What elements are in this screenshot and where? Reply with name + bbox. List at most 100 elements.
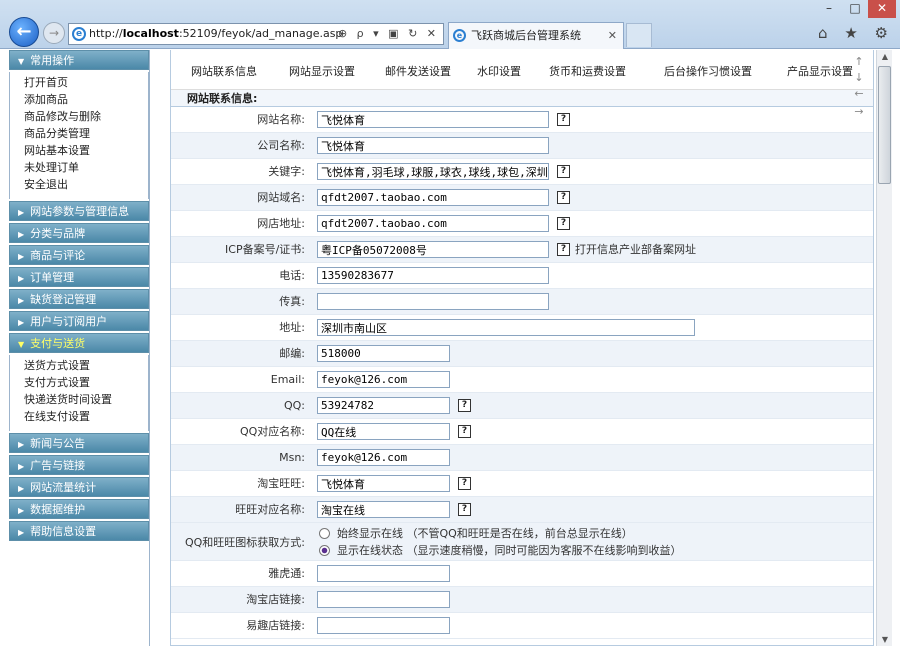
sidebar-section-11[interactable]: ▶ 数据据维护 bbox=[9, 499, 149, 519]
yahoo-input[interactable] bbox=[317, 565, 450, 582]
address-tools-icons[interactable]: ⊕ ρ ▾ ▣ ↻ ✕ bbox=[338, 24, 439, 44]
sidebar-link[interactable]: 安全退出 bbox=[24, 176, 148, 193]
triangle-right-icon: ▶ bbox=[18, 506, 25, 515]
forward-button[interactable]: → bbox=[43, 22, 65, 44]
sidebar-section-1[interactable]: ▶ 网站参数与管理信息 bbox=[9, 201, 149, 221]
close-window-button[interactable]: ✕ bbox=[868, 0, 896, 18]
paipai-link-input[interactable] bbox=[317, 617, 450, 634]
sidebar-link[interactable]: 未处理订单 bbox=[24, 159, 148, 176]
help-icon[interactable]: ? bbox=[458, 503, 471, 516]
shop-input[interactable] bbox=[317, 215, 549, 232]
sidebar-link[interactable]: 商品修改与删除 bbox=[24, 108, 148, 125]
tab-watermark[interactable]: 水印设置 bbox=[477, 63, 521, 79]
help-icon[interactable]: ? bbox=[458, 399, 471, 412]
icp-input[interactable] bbox=[317, 241, 549, 258]
settings-tabs: 网站联系信息 网站显示设置 邮件发送设置 水印设置 货币和运费设置 后台操作习惯… bbox=[171, 50, 873, 90]
zip-input[interactable] bbox=[317, 345, 450, 362]
zip-label: 邮编: bbox=[279, 347, 305, 360]
qq-input[interactable] bbox=[317, 397, 450, 414]
sidebar-link[interactable]: 打开首页 bbox=[24, 74, 148, 91]
sidebar-link[interactable]: 送货方式设置 bbox=[24, 357, 148, 374]
icp-lookup-link[interactable]: 打开信息产业部备案网址 bbox=[575, 237, 696, 263]
help-icon[interactable]: ? bbox=[557, 165, 570, 178]
help-icon[interactable]: ? bbox=[557, 217, 570, 230]
sidebar-link[interactable]: 在线支付设置 bbox=[24, 408, 148, 425]
company-input[interactable] bbox=[317, 137, 549, 154]
help-icon[interactable]: ? bbox=[557, 113, 570, 126]
triangle-right-icon: ▶ bbox=[18, 528, 25, 537]
radio-dot[interactable] bbox=[319, 528, 330, 539]
help-icon[interactable]: ? bbox=[557, 191, 570, 204]
radio-show-status[interactable]: 显示在线状态 （显示速度稍慢，同时可能因为客服不在线影响到收益） bbox=[319, 542, 682, 558]
sidebar-section-10[interactable]: ▶ 网站流量统计 bbox=[9, 477, 149, 497]
minimize-button[interactable]: – bbox=[816, 0, 842, 18]
row-fax: 传真: bbox=[171, 289, 873, 315]
sidebar-link[interactable]: 商品分类管理 bbox=[24, 125, 148, 142]
triangle-right-icon: ▶ bbox=[18, 296, 25, 305]
row-icon-mode: QQ和旺旺图标获取方式: 始终显示在线 （不管QQ和旺旺是否在线，前台总显示在线… bbox=[171, 523, 873, 561]
keywords-input[interactable] bbox=[317, 163, 549, 180]
home-favorites-tools-icons[interactable]: ⌂ ★ ⚙ bbox=[818, 24, 894, 42]
address-bar[interactable]: e http://localhost:52109/feyok/ad_manage… bbox=[68, 23, 444, 45]
tab-mail-settings[interactable]: 邮件发送设置 bbox=[385, 63, 451, 79]
triangle-right-icon: ▶ bbox=[18, 484, 25, 493]
scroll-left-icon[interactable]: ← bbox=[848, 88, 870, 100]
sidebar-section-2[interactable]: ▶ 分类与品牌 bbox=[9, 223, 149, 243]
browser-tab[interactable]: e 飞跃商城后台管理系统 ✕ bbox=[448, 22, 624, 49]
address-input[interactable] bbox=[317, 319, 695, 336]
help-icon[interactable]: ? bbox=[458, 477, 471, 490]
fax-input[interactable] bbox=[317, 293, 549, 310]
taobao-link-input[interactable] bbox=[317, 591, 450, 608]
scrollbar-thumb[interactable] bbox=[878, 66, 891, 184]
scroll-up-icon[interactable]: ↑ bbox=[848, 56, 870, 68]
tab-product-display[interactable]: 产品显示设置 bbox=[787, 63, 853, 79]
scrollbar-down-arrow[interactable]: ▼ bbox=[877, 635, 893, 644]
sidebar-section-9[interactable]: ▶ 广告与链接 bbox=[9, 455, 149, 475]
sidebar-section-6[interactable]: ▶ 用户与订阅用户 bbox=[9, 311, 149, 331]
qq-label: QQ: bbox=[283, 399, 305, 412]
sidebar-section-5[interactable]: ▶ 缺货登记管理 bbox=[9, 289, 149, 309]
triangle-down-icon: ▼ bbox=[18, 57, 25, 66]
domain-input[interactable] bbox=[317, 189, 549, 206]
qq-name-label: QQ对应名称: bbox=[239, 425, 305, 438]
radio-dot-selected[interactable] bbox=[319, 545, 330, 556]
scrollbar-up-arrow[interactable]: ▲ bbox=[877, 52, 893, 61]
qq-name-input[interactable] bbox=[317, 423, 450, 440]
email-input[interactable] bbox=[317, 371, 450, 388]
scroll-right-icon[interactable]: → bbox=[848, 106, 870, 118]
sidebar-section-7[interactable]: ▼ 支付与送货 bbox=[9, 333, 149, 353]
sidebar-link[interactable]: 支付方式设置 bbox=[24, 374, 148, 391]
help-icon[interactable]: ? bbox=[557, 243, 570, 256]
phone-label: 电话: bbox=[279, 269, 305, 282]
scroll-down-icon[interactable]: ↓ bbox=[848, 72, 870, 84]
site-name-input[interactable] bbox=[317, 111, 549, 128]
sidebar-section-0[interactable]: ▼ 常用操作 bbox=[9, 50, 149, 70]
msn-input[interactable] bbox=[317, 449, 450, 466]
tab-close-icon[interactable]: ✕ bbox=[608, 23, 617, 48]
new-tab-button[interactable] bbox=[626, 23, 652, 47]
maximize-button[interactable]: □ bbox=[842, 0, 868, 18]
back-button[interactable]: ← bbox=[9, 17, 39, 47]
vertical-scrollbar[interactable]: ▲ ▼ bbox=[876, 50, 892, 646]
help-icon[interactable]: ? bbox=[458, 425, 471, 438]
sidebar-section-8[interactable]: ▶ 新闻与公告 bbox=[9, 433, 149, 453]
sidebar-link[interactable]: 网站基本设置 bbox=[24, 142, 148, 159]
sidebar-link[interactable]: 快递送货时间设置 bbox=[24, 391, 148, 408]
tab-currency-shipping[interactable]: 货币和运费设置 bbox=[549, 63, 626, 79]
phone-input[interactable] bbox=[317, 267, 549, 284]
ww-name-input[interactable] bbox=[317, 501, 450, 518]
radio-always-online[interactable]: 始终显示在线 （不管QQ和旺旺是否在线，前台总显示在线） bbox=[319, 525, 633, 541]
row-phone: 电话: bbox=[171, 263, 873, 289]
contact-form: 网站名称:? 公司名称: 关键字:? 网站域名:? 网店地址:? ICP备案号/… bbox=[171, 107, 873, 639]
sidebar-section-4[interactable]: ▶ 订单管理 bbox=[9, 267, 149, 287]
tab-display-settings[interactable]: 网站显示设置 bbox=[289, 63, 355, 79]
sidebar-section-title: 缺货登记管理 bbox=[30, 293, 97, 306]
sidebar-section-12[interactable]: ▶ 帮助信息设置 bbox=[9, 521, 149, 541]
sidebar-section-3[interactable]: ▶ 商品与评论 bbox=[9, 245, 149, 265]
tab-admin-habits[interactable]: 后台操作习惯设置 bbox=[664, 63, 752, 79]
site-name-label: 网站名称: bbox=[257, 113, 305, 126]
sidebar-link[interactable]: 添加商品 bbox=[24, 91, 148, 108]
icon-mode-label: QQ和旺旺图标获取方式: bbox=[184, 536, 305, 549]
wangwang-input[interactable] bbox=[317, 475, 450, 492]
tab-contact-info[interactable]: 网站联系信息 bbox=[191, 63, 257, 79]
